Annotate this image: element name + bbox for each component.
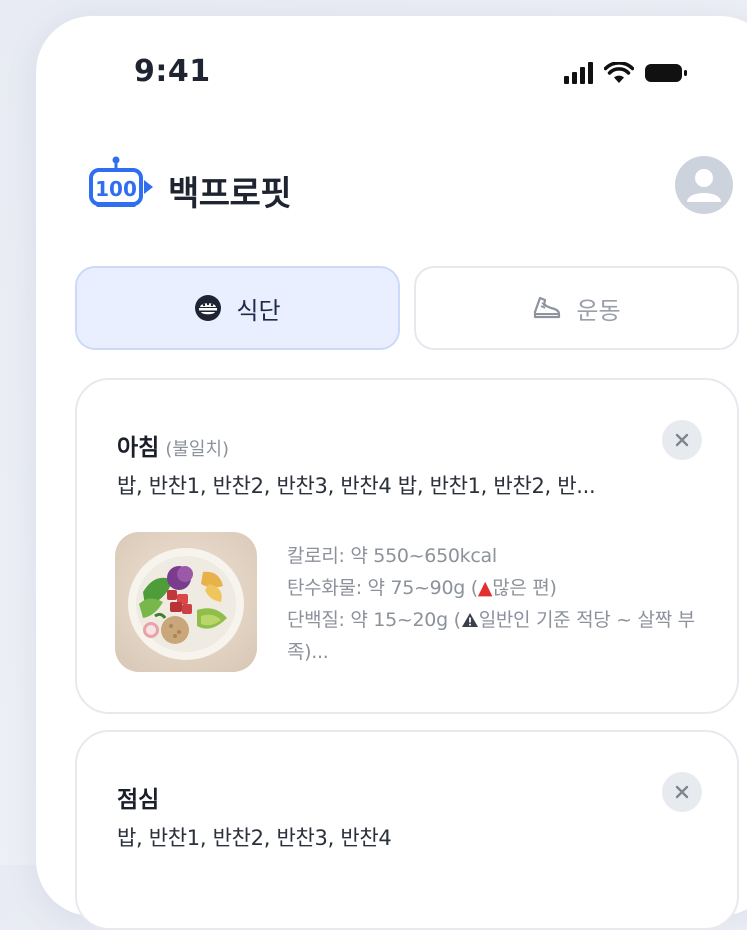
close-icon	[675, 433, 689, 447]
mismatch-tag: (불일치)	[165, 439, 230, 460]
calories-text: 칼로리: 약 550~650kcal	[287, 545, 497, 567]
meal-title: 점심	[117, 780, 159, 814]
carbs-text: 탄수화물: 약 75~90g (▲많은 편)	[287, 572, 707, 604]
meal-title-text: 아침	[117, 435, 160, 461]
carbs-prefix: 탄수화물: 약 75~90g (	[287, 577, 478, 599]
meal-title: 아침 (불일치)	[117, 428, 229, 462]
status-time: 9:41	[134, 54, 211, 89]
protein-text: 단백질: 약 15~20g (일반인 기준 적당 ~ 살짝 부족)...	[287, 604, 707, 668]
carbs-suffix: 많은 편)	[492, 577, 557, 599]
tab-exercise[interactable]: 운동	[414, 266, 739, 350]
food-photo	[115, 532, 257, 672]
logo-text: 100	[95, 177, 137, 201]
remove-meal-button[interactable]	[662, 772, 702, 812]
meal-card-lunch[interactable]: 점심 밥, 반찬1, 반찬2, 반찬3, 반찬4	[75, 730, 739, 930]
phone-frame: 9:41 100 백프로핏 식단 운동 아침 (불일치) 밥, 반찬1, 반찬2…	[36, 16, 747, 930]
meal-icon	[195, 295, 222, 321]
profile-avatar[interactable]	[675, 156, 733, 214]
signal-icon	[564, 62, 593, 84]
robot-logo-icon: 100	[86, 156, 158, 220]
remove-meal-button[interactable]	[662, 420, 702, 460]
app-title: 백프로핏	[168, 174, 292, 214]
tab-meal[interactable]: 식단	[75, 266, 400, 350]
warning-up-icon: ▲	[477, 577, 493, 599]
tab-exercise-label: 운동	[576, 296, 621, 325]
meal-title-text: 점심	[117, 787, 160, 813]
app-header: 100 백프로핏	[36, 136, 747, 236]
status-icons	[564, 58, 688, 88]
user-icon	[687, 169, 721, 202]
protein-prefix: 단백질: 약 15~20g (	[287, 609, 461, 631]
battery-icon	[645, 64, 687, 82]
tab-meal-label: 식단	[236, 296, 281, 325]
meal-items: 밥, 반찬1, 반찬2, 반찬3, 반찬4	[117, 826, 392, 850]
tab-bar: 식단 운동	[75, 266, 745, 352]
meal-card-breakfast[interactable]: 아침 (불일치) 밥, 반찬1, 반찬2, 반찬3, 반찬4 밥, 반찬1, 반찬…	[75, 378, 739, 714]
shoe-icon	[534, 296, 561, 319]
status-bar: 9:41	[36, 16, 747, 126]
caution-icon	[461, 613, 478, 627]
close-icon	[675, 785, 689, 799]
nutrition-summary: 칼로리: 약 550~650kcal 탄수화물: 약 75~90g (▲많은 편…	[287, 540, 707, 668]
wifi-icon	[604, 62, 634, 83]
meal-items: 밥, 반찬1, 반찬2, 반찬3, 반찬4 밥, 반찬1, 반찬2, 반...	[117, 474, 596, 498]
